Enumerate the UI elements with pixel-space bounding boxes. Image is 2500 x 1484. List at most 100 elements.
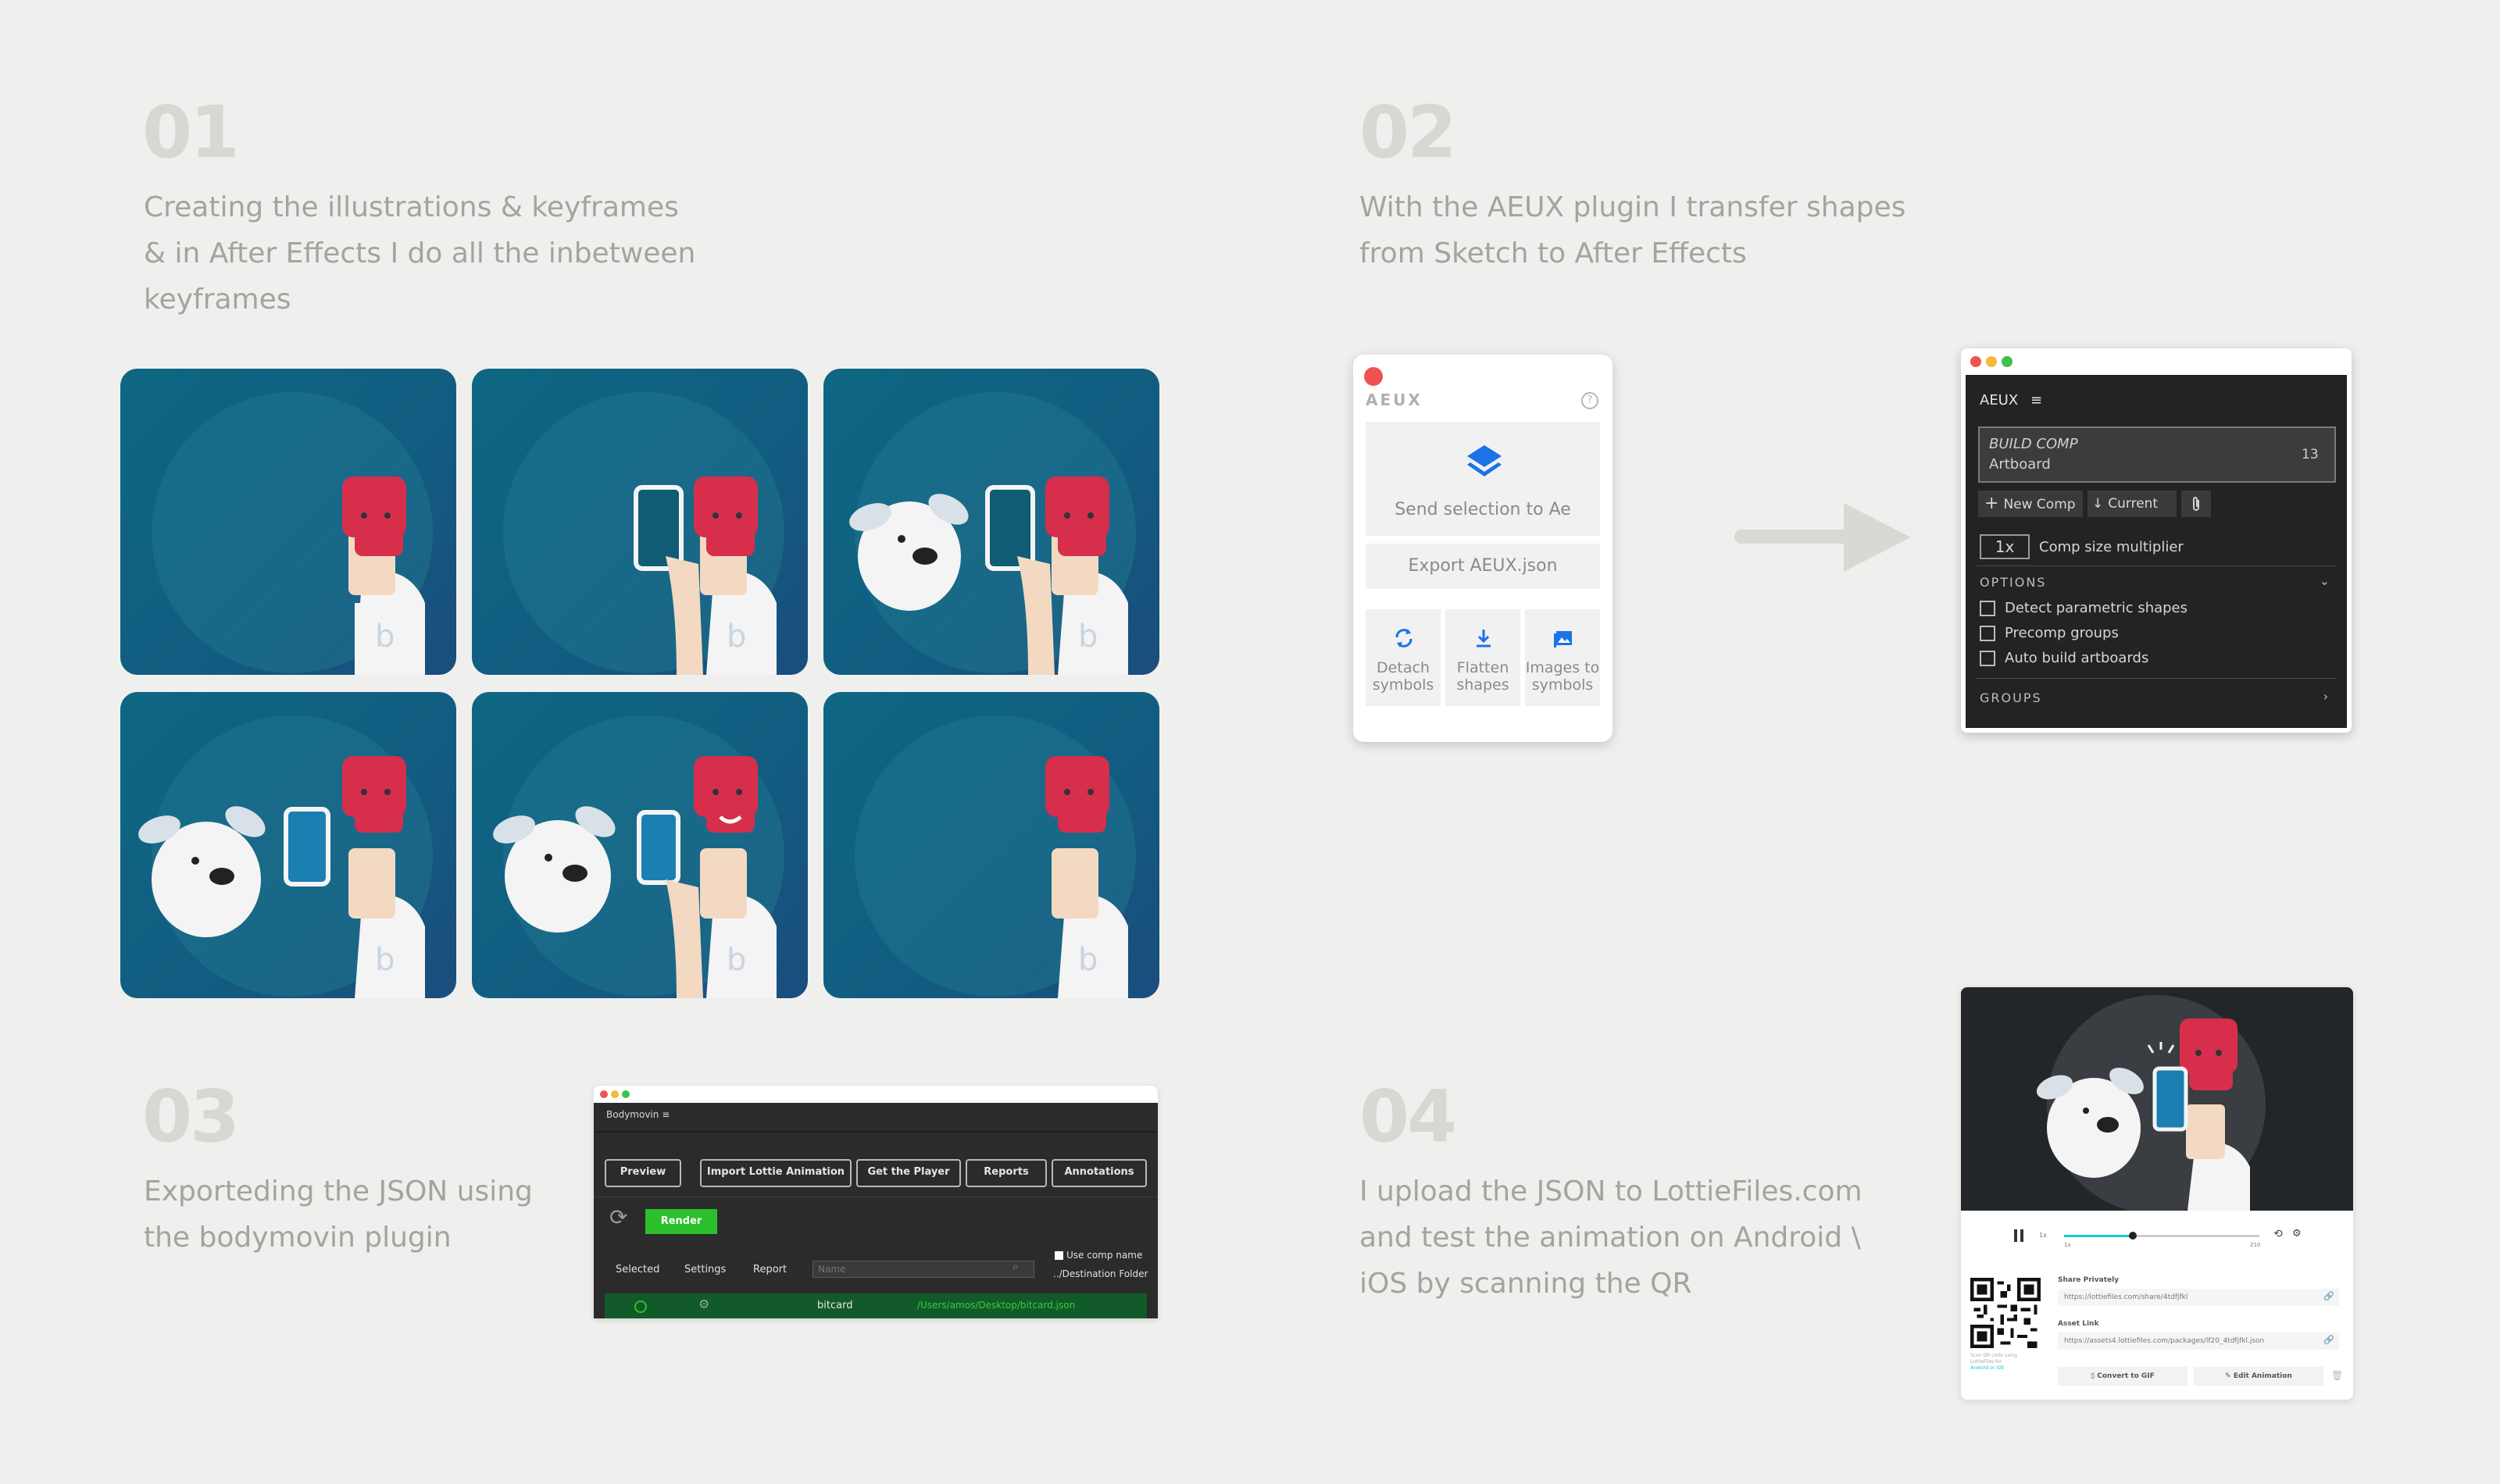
checkbox[interactable] <box>1980 601 1995 616</box>
tool-label-line2: shapes <box>1456 676 1509 694</box>
import-lottie-button[interactable]: Import Lottie Animation <box>700 1159 852 1187</box>
use-comp-name-checkbox[interactable]: Use comp name <box>1055 1250 1142 1261</box>
link-icon[interactable]: 🔗 <box>2323 1335 2334 1345</box>
tool-label-line2: symbols <box>1372 676 1434 694</box>
keyframe-illustration: b <box>138 715 433 998</box>
trash-icon[interactable]: 🗑 <box>2331 1370 2343 1381</box>
keyframe-tile-4: b <box>120 692 456 998</box>
keyframe-illustration: b <box>503 392 784 675</box>
option-auto-build-artboards[interactable]: Auto build artboards <box>1980 650 2148 666</box>
download-icon <box>1477 630 1491 647</box>
column-selected: Selected <box>616 1264 660 1275</box>
settings-icon[interactable]: ⚙ <box>2292 1228 2302 1240</box>
step-02-line-2: from Sketch to After Effects <box>1359 237 1747 269</box>
window-zoom-dot[interactable] <box>2002 356 2012 367</box>
convert-gif-label: Convert to GIF <box>2097 1372 2155 1380</box>
help-icon[interactable]: ? <box>1581 392 1598 409</box>
window-minimize-dot[interactable] <box>611 1090 619 1098</box>
step-04-line-1: I upload the JSON to LottieFiles.com <box>1359 1175 1862 1208</box>
export-json-label: Export AEUX.json <box>1408 556 1558 576</box>
annotations-button[interactable]: Annotations <box>1052 1159 1147 1187</box>
checkbox[interactable] <box>1980 651 1995 666</box>
settings-gear-icon[interactable]: ⚙ <box>698 1297 709 1311</box>
pause-button[interactable] <box>2014 1229 2025 1242</box>
frame-end: 210 <box>2250 1242 2261 1248</box>
edit-animation-button[interactable]: ✎ Edit Animation <box>2194 1367 2323 1386</box>
option-label: Detect parametric shapes <box>2005 600 2188 616</box>
preview-button[interactable]: Preview <box>605 1159 681 1187</box>
new-comp-label: New Comp <box>2003 497 2076 512</box>
new-comp-button[interactable]: + New Comp <box>1978 491 2083 517</box>
close-dot-icon[interactable] <box>1364 367 1383 386</box>
multiplier-input[interactable]: 1x <box>1980 534 2030 559</box>
asset-url-field[interactable]: https://assets4.lottiefiles.com/packages… <box>2058 1332 2339 1350</box>
step-01-line-2: & in After Effects I do all the inbetwee… <box>144 237 696 269</box>
keyframe-illustration: b <box>855 715 1136 998</box>
bodymovin-title: Bodymovin ≡ <box>606 1109 670 1120</box>
options-header[interactable]: OPTIONS ⌄ <box>1980 573 2336 590</box>
attach-button[interactable] <box>2181 491 2211 517</box>
share-url: https://lottiefiles.com/share/4tdfjfkl <box>2064 1293 2188 1301</box>
tool-label-line1: Images to <box>1525 659 1600 676</box>
divider <box>594 1131 1158 1133</box>
render-button[interactable]: Render <box>645 1209 717 1234</box>
chevron-down-icon: ⌄ <box>2319 573 2331 588</box>
tool-label-line2: symbols <box>1531 676 1594 694</box>
svg-text:b: b <box>375 619 395 655</box>
window-close-dot[interactable] <box>1970 356 1981 367</box>
tool-flatten-shapes[interactable]: Flatten shapes <box>1445 609 1520 706</box>
option-detect-parametric[interactable]: Detect parametric shapes <box>1980 600 2188 616</box>
paperclip-icon <box>2193 497 2199 511</box>
groups-label: GROUPS <box>1980 690 2042 705</box>
use-comp-name-label: Use comp name <box>1066 1250 1143 1261</box>
animation-preview <box>1961 987 2353 1211</box>
keyframe-tile-2: b <box>472 369 808 675</box>
aeux-after-effects-panel: AEUX ≡ BUILD COMP Artboard 13 + New Comp … <box>1961 348 2352 733</box>
step-number-01: 01 <box>142 91 240 174</box>
convert-gif-button[interactable]: ▯ Convert to GIF <box>2058 1367 2188 1386</box>
step-number-03: 03 <box>142 1075 240 1158</box>
send-selection-button[interactable]: Send selection to Ae <box>1366 422 1600 536</box>
column-settings: Settings <box>684 1264 727 1275</box>
search-icon: ⌕ <box>1012 1261 1019 1273</box>
svg-text:b: b <box>375 942 395 978</box>
current-label: Current <box>2108 496 2159 512</box>
option-precomp-groups[interactable]: Precomp groups <box>1980 625 2119 641</box>
divider <box>1977 678 2336 679</box>
menu-icon[interactable]: ≡ <box>662 1109 670 1120</box>
step-number-04: 04 <box>1359 1075 1457 1158</box>
groups-header[interactable]: GROUPS › <box>1980 689 2336 705</box>
timeline-slider[interactable] <box>2064 1232 2259 1240</box>
timeline-knob[interactable] <box>2128 1232 2137 1240</box>
step-03-line-2: the bodymovin plugin <box>144 1222 452 1254</box>
checkbox[interactable] <box>1980 626 1995 641</box>
aeux-dark-title: AEUX ≡ <box>1980 392 2042 408</box>
tool-images-to-symbols[interactable]: Images to symbols <box>1525 609 1600 706</box>
current-button[interactable]: ↓ Current <box>2088 491 2177 517</box>
share-url-field[interactable]: https://lottiefiles.com/share/4tdfjfkl 🔗 <box>2058 1289 2339 1306</box>
destination-folder-label: ../Destination Folder <box>1053 1268 1148 1279</box>
step-01-line-1: Creating the illustrations & keyframes <box>144 191 679 223</box>
link-icon[interactable]: 🔗 <box>2323 1291 2334 1301</box>
window-minimize-dot[interactable] <box>1986 356 1997 367</box>
refresh-icon[interactable]: ⟳ <box>609 1204 627 1230</box>
step-description-02: With the AEUX plugin I transfer shapes f… <box>1359 184 1905 276</box>
bodymovin-window: Bodymovin ≡ Preview Import Lottie Animat… <box>594 1086 1158 1318</box>
window-zoom-dot[interactable] <box>622 1090 630 1098</box>
reports-button[interactable]: Reports <box>966 1159 1047 1187</box>
get-player-button[interactable]: Get the Player <box>856 1159 961 1187</box>
composition-row[interactable]: ⚙ bitcard /Users/amos/Desktop/bitcard.js… <box>605 1293 1147 1318</box>
chevron-right-icon: › <box>2323 689 2330 704</box>
export-json-button[interactable]: Export AEUX.json <box>1366 544 1600 589</box>
tool-detach-symbols[interactable]: Detach symbols <box>1366 609 1441 706</box>
tool-label-line1: Detach <box>1377 659 1430 676</box>
svg-text:b: b <box>727 942 746 978</box>
window-close-dot[interactable] <box>600 1090 608 1098</box>
build-comp-button[interactable]: BUILD COMP Artboard 13 <box>1978 426 2336 483</box>
step-description-03: Exporteding the JSON using the bodymovin… <box>144 1168 533 1261</box>
composition-path[interactable]: /Users/amos/Desktop/bitcard.json <box>917 1300 1075 1311</box>
menu-icon[interactable]: ≡ <box>2030 392 2042 408</box>
selected-radio-icon[interactable] <box>634 1300 647 1313</box>
loop-icon[interactable]: ⟲ <box>2273 1228 2283 1240</box>
name-filter-input[interactable] <box>812 1261 1034 1278</box>
